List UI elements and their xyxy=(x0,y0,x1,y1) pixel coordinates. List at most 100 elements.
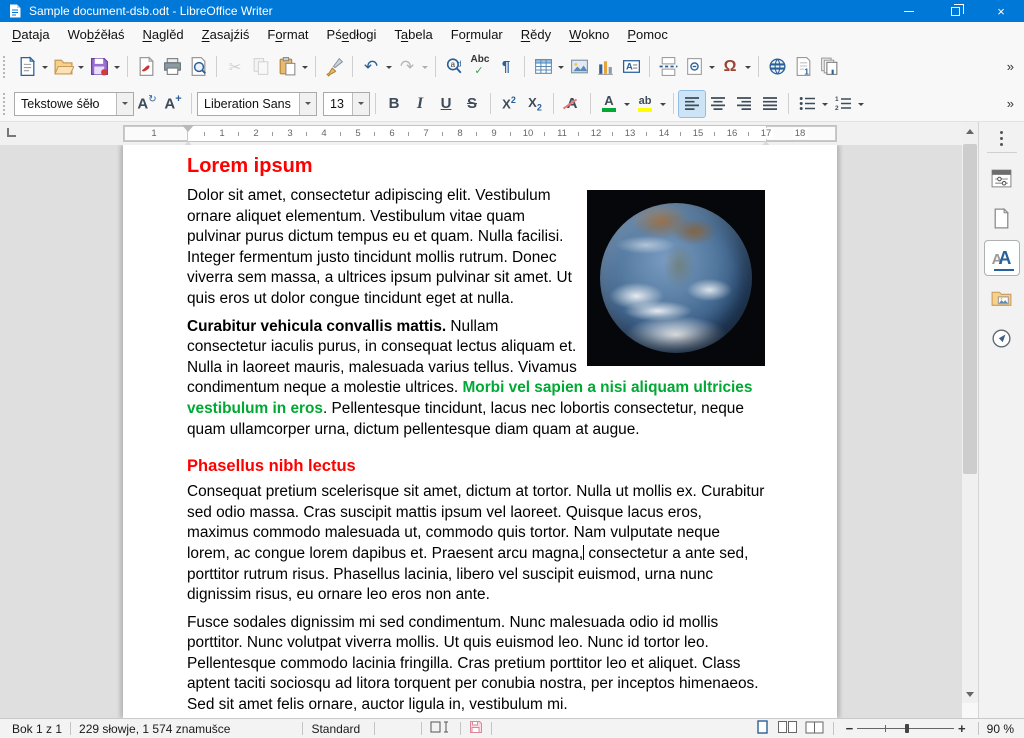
paste-button[interactable] xyxy=(274,54,300,80)
menu-item[interactable]: Pśedłogi xyxy=(318,24,386,45)
find-replace-button[interactable]: ad xyxy=(441,54,467,80)
toolbar-overflow-button[interactable]: » xyxy=(1003,96,1024,111)
export-pdf-button[interactable] xyxy=(133,54,159,80)
word-count-field[interactable]: 229 słowje, 1 574 znamušce xyxy=(79,722,230,736)
toolbar-overflow-button[interactable]: » xyxy=(1003,59,1024,74)
clear-formatting-button[interactable]: A xyxy=(559,91,585,117)
document-page[interactable]: Lorem ipsum Dolor sit amet, consectetur … xyxy=(123,145,837,718)
align-right-button[interactable] xyxy=(731,91,757,117)
menu-item[interactable]: Dataja xyxy=(3,24,59,45)
highlight-color-dropdown[interactable] xyxy=(658,91,668,117)
numbered-list-button[interactable]: 12 xyxy=(830,91,856,117)
zoom-slider-handle[interactable] xyxy=(905,724,909,733)
font-name-dropdown[interactable] xyxy=(299,93,316,115)
subscript-button[interactable]: X2 xyxy=(522,91,548,117)
menu-item[interactable]: Formular xyxy=(442,24,512,45)
zoom-slider[interactable]: − + xyxy=(842,721,970,736)
insert-special-character-button[interactable]: Ω xyxy=(717,54,743,80)
page-number-field[interactable]: Bok 1 z 1 xyxy=(12,722,62,736)
menu-item[interactable]: Wokno xyxy=(560,24,618,45)
zoom-out-button[interactable]: − xyxy=(842,721,858,736)
restore-button[interactable] xyxy=(932,0,978,22)
toolbar-grip[interactable] xyxy=(3,93,10,115)
sidebar-page-button[interactable] xyxy=(985,201,1019,235)
bullet-list-dropdown[interactable] xyxy=(820,91,830,117)
view-layout-single-button[interactable] xyxy=(754,720,771,738)
insert-table-button[interactable] xyxy=(530,54,556,80)
new-style-button[interactable]: A+ xyxy=(160,91,186,117)
strikethrough-button[interactable]: S xyxy=(459,91,485,117)
minimize-button[interactable] xyxy=(886,0,932,22)
redo-button[interactable]: ↷ xyxy=(394,54,420,80)
align-left-button[interactable] xyxy=(679,91,705,117)
zoom-level-field[interactable]: 90 % xyxy=(987,722,1014,736)
justify-button[interactable] xyxy=(757,91,783,117)
insert-footnote-button[interactable]: 1 xyxy=(790,54,816,80)
paragraph-style-combo[interactable]: Tekstowe śěło xyxy=(14,92,134,116)
close-button[interactable]: × xyxy=(978,0,1024,22)
menu-item[interactable]: Pomoc xyxy=(618,24,676,45)
zoom-slider-track[interactable] xyxy=(857,722,954,735)
italic-button[interactable]: I xyxy=(407,91,433,117)
open-dropdown[interactable] xyxy=(76,54,86,80)
vertical-scrollbar[interactable] xyxy=(962,122,978,703)
formatting-marks-button[interactable]: ¶ xyxy=(493,54,519,80)
document-modified-indicator[interactable] xyxy=(469,720,483,737)
sidebar-navigator-button[interactable] xyxy=(985,321,1019,355)
font-color-dropdown[interactable] xyxy=(622,91,632,117)
tab-stop-selector[interactable] xyxy=(7,128,16,137)
insert-bookmark-button[interactable] xyxy=(816,54,842,80)
zoom-in-button[interactable]: + xyxy=(954,721,970,736)
align-center-button[interactable] xyxy=(705,91,731,117)
print-button[interactable] xyxy=(159,54,185,80)
font-size-combo[interactable]: 13 xyxy=(323,92,370,116)
undo-dropdown[interactable] xyxy=(384,54,394,80)
menu-item[interactable]: Naglěd xyxy=(133,24,192,45)
paragraph-style-dropdown[interactable] xyxy=(116,93,133,115)
print-preview-button[interactable] xyxy=(185,54,211,80)
save-dropdown[interactable] xyxy=(112,54,122,80)
menu-item[interactable]: Wobźěłaś xyxy=(59,24,134,45)
insert-hyperlink-button[interactable] xyxy=(764,54,790,80)
cut-button[interactable]: ✂ xyxy=(222,54,248,80)
font-size-dropdown[interactable] xyxy=(352,93,369,115)
clone-formatting-button[interactable] xyxy=(321,54,347,80)
sidebar-settings-button[interactable] xyxy=(1000,131,1003,146)
insert-mode-field[interactable] xyxy=(430,720,452,737)
sidebar-gallery-button[interactable] xyxy=(985,281,1019,315)
insert-field-dropdown[interactable] xyxy=(707,54,717,80)
bullet-list-button[interactable] xyxy=(794,91,820,117)
insert-field-button[interactable] xyxy=(681,54,707,80)
copy-button[interactable] xyxy=(248,54,274,80)
insert-page-break-button[interactable] xyxy=(655,54,681,80)
menu-item[interactable]: Tabela xyxy=(385,24,441,45)
insert-table-dropdown[interactable] xyxy=(556,54,566,80)
bold-button[interactable]: B xyxy=(381,91,407,117)
menu-item[interactable]: Format xyxy=(258,24,317,45)
font-color-button[interactable]: A xyxy=(596,91,622,117)
insert-image-button[interactable] xyxy=(566,54,592,80)
font-name-combo[interactable]: Liberation Sans xyxy=(197,92,317,116)
scrollbar-thumb[interactable] xyxy=(963,144,977,474)
sidebar-styles-button[interactable]: AA xyxy=(985,241,1019,275)
earth-image[interactable] xyxy=(587,190,765,366)
view-layout-multiple-button[interactable] xyxy=(777,720,798,738)
special-character-dropdown[interactable] xyxy=(743,54,753,80)
horizontal-ruler[interactable]: 1 123456789101112131415161718 xyxy=(123,125,837,142)
underline-button[interactable]: U xyxy=(433,91,459,117)
update-style-button[interactable]: A↻ xyxy=(134,91,160,117)
menu-item[interactable]: Rědy xyxy=(512,24,560,45)
highlight-color-button[interactable]: ab xyxy=(632,91,658,117)
superscript-button[interactable]: X2 xyxy=(496,91,522,117)
sidebar-properties-button[interactable] xyxy=(985,161,1019,195)
menu-item[interactable]: Zasajźiś xyxy=(193,24,259,45)
insert-textbox-button[interactable]: A xyxy=(618,54,644,80)
open-button[interactable] xyxy=(50,54,76,80)
scroll-up-button[interactable] xyxy=(962,122,978,140)
page-style-field[interactable]: Standard xyxy=(311,722,360,736)
undo-button[interactable]: ↶ xyxy=(358,54,384,80)
new-document-dropdown[interactable] xyxy=(40,54,50,80)
new-document-button[interactable] xyxy=(14,54,40,80)
view-layout-book-button[interactable] xyxy=(804,720,825,738)
toolbar-grip[interactable] xyxy=(3,56,10,78)
